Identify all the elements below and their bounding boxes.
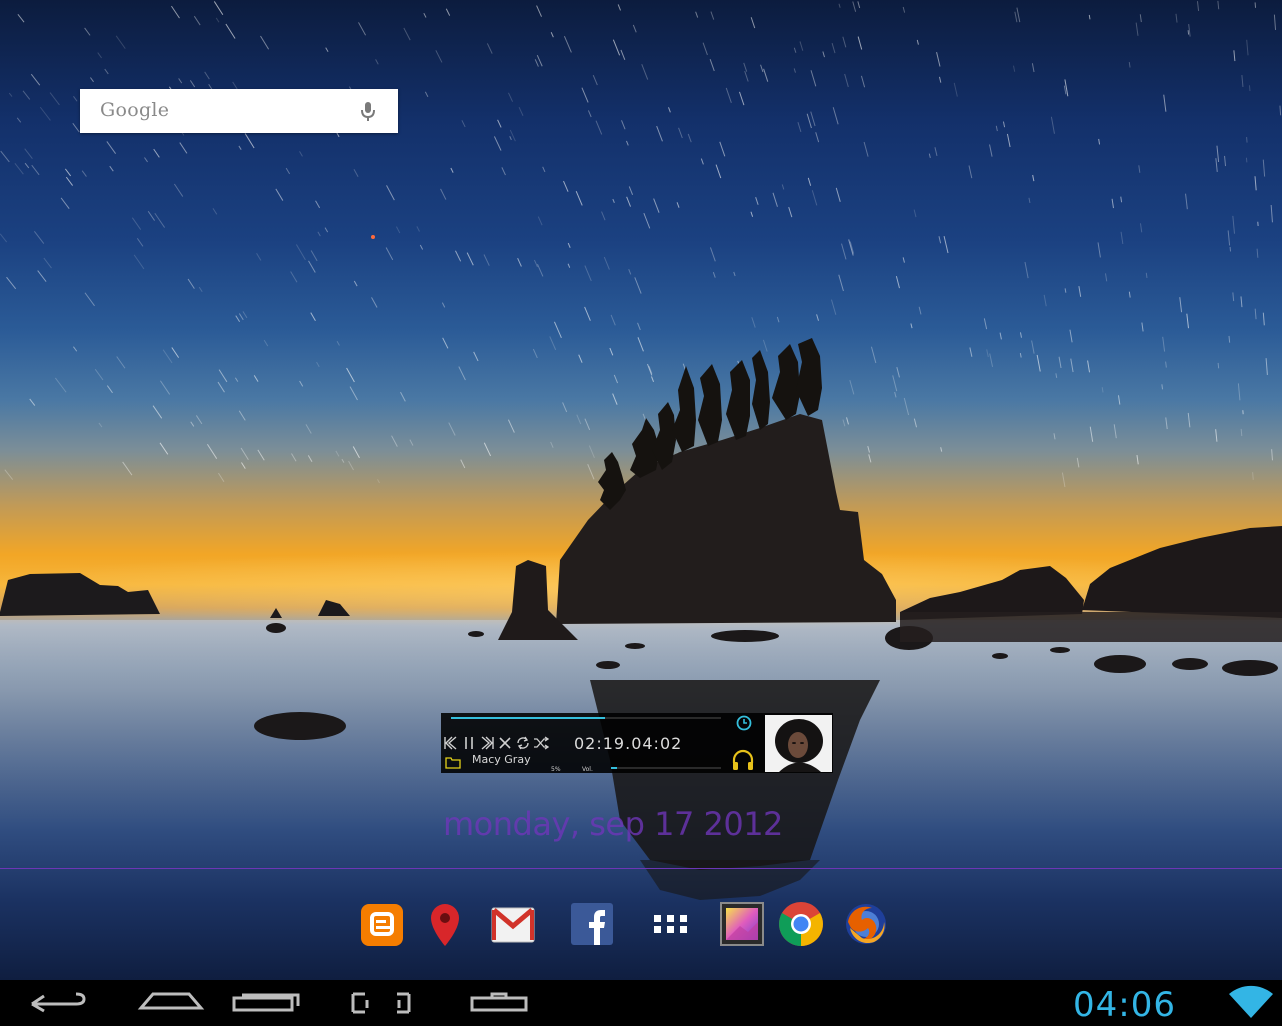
volume-percent: 5% [551,766,561,773]
gallery-icon[interactable] [718,900,766,948]
gmail-icon[interactable] [489,900,537,948]
repeat-icon[interactable] [515,735,531,751]
mic-icon[interactable] [358,101,378,123]
previous-icon[interactable] [443,735,459,751]
google-logo: Google [100,99,170,121]
date-widget[interactable]: monday, sep 17 2012 [443,805,783,843]
blogger-icon[interactable] [359,900,407,948]
google-search-bar[interactable]: Google [80,89,398,133]
volume-bar-fill [611,767,617,769]
chrome-icon[interactable] [777,900,825,948]
menu-icon[interactable] [458,980,534,1026]
back-icon[interactable] [22,980,98,1026]
sleep-timer-icon[interactable] [735,714,753,732]
wifi-icon[interactable] [1228,984,1274,1020]
firefox-icon[interactable] [842,900,890,948]
folder-icon[interactable] [445,754,461,769]
maps-icon[interactable] [421,900,469,948]
seek-bar[interactable] [451,717,721,719]
shuffle-icon[interactable] [533,735,549,751]
volume-bar[interactable] [611,767,721,769]
apps-drawer-icon[interactable] [647,900,695,948]
stop-icon[interactable] [497,735,513,751]
facebook-icon[interactable] [568,900,616,948]
home-icon[interactable] [133,980,209,1026]
seek-bar-fill [451,717,605,719]
recent-apps-icon[interactable] [228,980,304,1026]
volume-label: Vol. [582,766,593,773]
pause-icon[interactable] [461,735,477,751]
dock-divider [0,868,1282,869]
next-icon[interactable] [479,735,495,751]
artist-name: Macy Gray [472,753,531,766]
headphones-icon[interactable] [731,748,755,772]
status-clock[interactable]: 04:06 [1073,985,1176,1025]
album-art[interactable] [765,715,832,772]
playback-controls [443,735,549,751]
track-time: 02:19.04:02 [574,734,683,753]
screenshot-icon[interactable] [345,980,421,1026]
music-player-widget[interactable]: 02:19.04:02 Macy Gray 5% Vol. [441,713,833,773]
